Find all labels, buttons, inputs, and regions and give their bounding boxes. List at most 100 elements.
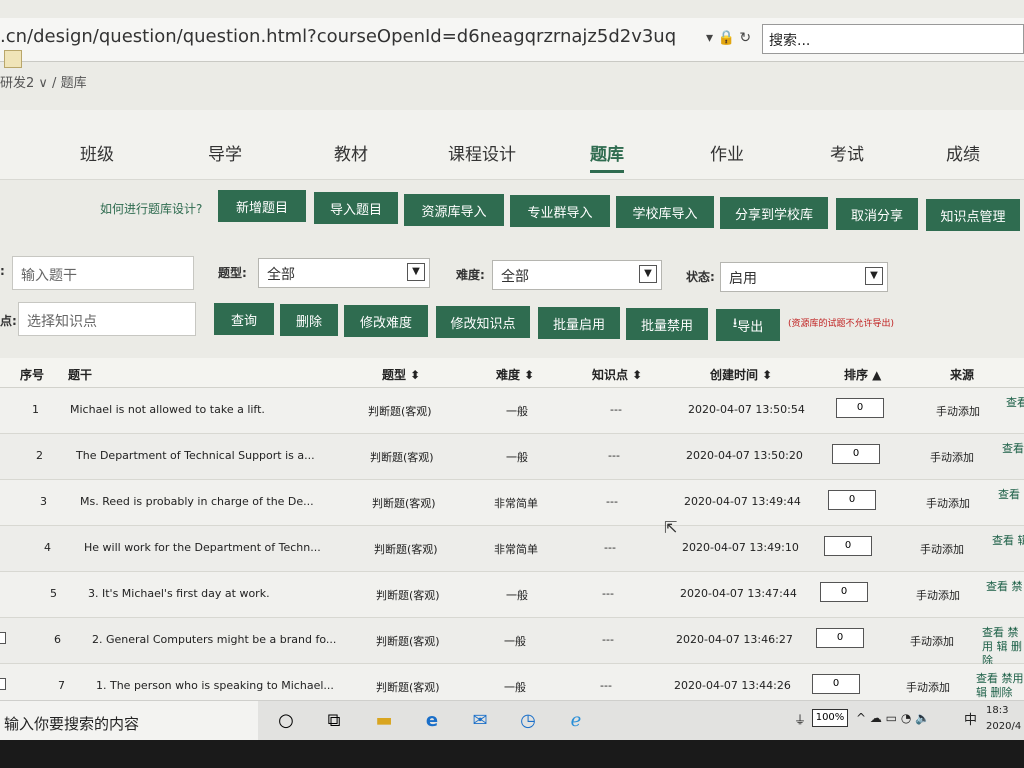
taskbar-clock[interactable]: 18:3 2020/4: [986, 703, 1021, 735]
file-explorer-icon[interactable]: ▬: [372, 709, 396, 733]
nav-item-guide[interactable]: 导学: [208, 140, 242, 165]
row-actions[interactable]: 查看: [998, 488, 1020, 502]
major-group-import-button[interactable]: 专业群导入: [510, 195, 610, 227]
row-actions[interactable]: 查看 禁: [986, 580, 1023, 594]
battery-indicator[interactable]: 100%: [812, 709, 848, 727]
row-checkbox[interactable]: [0, 632, 6, 644]
screen: .cn/design/question/question.html?course…: [0, 0, 1024, 740]
export-label: 导出: [737, 319, 764, 335]
chevron-down-icon: ▼: [865, 267, 883, 285]
row-stem[interactable]: 2. General Computers might be a brand fo…: [92, 633, 336, 646]
nav-item-textbook[interactable]: 教材: [334, 140, 368, 165]
row-source: 手动添加: [930, 451, 974, 464]
clock-app-icon[interactable]: ◷: [516, 709, 540, 733]
export-button[interactable]: ⭳ 导出: [716, 309, 780, 341]
col-created[interactable]: 创建时间 ⬍: [710, 366, 772, 383]
knowledge-manage-button[interactable]: 知识点管理: [926, 199, 1020, 231]
row-source: 手动添加: [916, 589, 960, 602]
edit-difficulty-button[interactable]: 修改难度: [344, 305, 428, 337]
sort-input[interactable]: 0: [816, 628, 864, 648]
row-stem[interactable]: Michael is not allowed to take a lift.: [70, 403, 265, 416]
nav-item-course-design[interactable]: 课程设计: [448, 140, 516, 165]
status-select[interactable]: 启用 ▼: [720, 262, 888, 292]
row-actions[interactable]: 查看 禁用 辑 删除: [982, 626, 1024, 668]
batch-disable-button[interactable]: 批量禁用: [626, 308, 708, 340]
row-type: 判断题(客观): [376, 589, 440, 602]
tray-icons[interactable]: ^ ☁ ▭ ◔ 🔈: [856, 711, 930, 725]
row-actions[interactable]: 查看: [1006, 396, 1024, 410]
row-stem[interactable]: The Department of Technical Support is a…: [76, 449, 315, 462]
add-question-button[interactable]: 新增题目: [218, 190, 306, 222]
cancel-share-button[interactable]: 取消分享: [836, 198, 918, 230]
nav-item-grades[interactable]: 成绩: [946, 140, 980, 165]
nav-item-homework[interactable]: 作业: [710, 140, 744, 165]
breadcrumb: 研发2 ∨ / 题库: [0, 76, 87, 91]
help-link[interactable]: 如何进行题库设计?: [100, 200, 202, 217]
taskbar-search[interactable]: 输入你要搜索的内容: [0, 701, 258, 740]
difficulty-select[interactable]: 全部 ▼: [492, 260, 662, 290]
browser-address-bar: .cn/design/question/question.html?course…: [0, 18, 1024, 62]
row-checkbox[interactable]: [0, 678, 6, 690]
edit-knowledge-button[interactable]: 修改知识点: [436, 306, 530, 338]
col-difficulty[interactable]: 难度 ⬍: [496, 366, 534, 383]
share-to-school-button[interactable]: 分享到学校库: [720, 197, 828, 229]
refresh-icon[interactable]: ↻: [739, 30, 751, 46]
row-actions[interactable]: 查看 辑: [992, 534, 1024, 548]
school-import-button[interactable]: 学校库导入: [616, 196, 714, 228]
taskbar: 输入你要搜索的内容 ○ ⧉ ▬ e ✉ ◷ ℯ ⏚ 100% ^ ☁ ▭ ◔ 🔈…: [0, 700, 1024, 740]
sort-input[interactable]: 0: [812, 674, 860, 694]
import-question-button[interactable]: 导入题目: [314, 192, 398, 224]
query-button[interactable]: 查询: [214, 303, 274, 335]
col-type[interactable]: 题型 ⬍: [382, 366, 420, 383]
row-stem[interactable]: Ms. Reed is probably in charge of the De…: [80, 495, 314, 508]
internet-explorer-icon[interactable]: ℯ: [564, 709, 588, 733]
task-view-icon[interactable]: ⧉: [322, 709, 346, 733]
row-created: 2020-04-07 13:50:54: [688, 403, 805, 416]
batch-enable-button[interactable]: 批量启用: [538, 307, 620, 339]
nav-item-question-bank[interactable]: 题库: [590, 140, 624, 173]
ime-indicator[interactable]: 中: [964, 709, 977, 728]
resource-import-button[interactable]: 资源库导入: [404, 194, 504, 226]
sort-input[interactable]: 0: [820, 582, 868, 602]
row-stem[interactable]: He will work for the Department of Techn…: [84, 541, 321, 554]
knowledge-input[interactable]: 选择知识点: [18, 302, 196, 336]
row-difficulty: 非常简单: [494, 543, 538, 556]
status-select-value: 启用: [729, 271, 757, 287]
type-select[interactable]: 全部 ▼: [258, 258, 430, 288]
stem-input[interactable]: 输入题干: [12, 256, 194, 290]
cortana-icon[interactable]: ○: [274, 709, 298, 733]
row-index: 7: [58, 679, 65, 692]
url-field[interactable]: .cn/design/question/question.html?course…: [0, 26, 676, 47]
row-actions[interactable]: 查看: [1002, 442, 1024, 456]
col-knowledge[interactable]: 知识点 ⬍: [592, 366, 642, 383]
row-stem[interactable]: 1. The person who is speaking to Michael…: [96, 679, 334, 692]
col-sort[interactable]: 排序 ▲: [844, 366, 881, 383]
sort-input[interactable]: 0: [824, 536, 872, 556]
dropdown-icon[interactable]: ▾: [706, 30, 713, 46]
col-stem: 题干: [68, 368, 93, 382]
difficulty-select-value: 全部: [501, 269, 529, 285]
row-actions[interactable]: 查看 禁用 辑 删除: [976, 672, 1024, 700]
delete-button[interactable]: 删除: [280, 304, 338, 336]
nav-item-class[interactable]: 班级: [80, 140, 114, 165]
sort-input[interactable]: 0: [828, 490, 876, 510]
chevron-down-icon: ▼: [407, 263, 425, 281]
plug-icon: ⏚: [794, 713, 807, 727]
sort-input[interactable]: 0: [832, 444, 880, 464]
row-type: 判断题(客观): [376, 681, 440, 694]
col-source: 来源: [950, 368, 975, 382]
nav-item-exam[interactable]: 考试: [830, 140, 864, 165]
row-difficulty: 一般: [504, 635, 526, 648]
chevron-down-icon: ▼: [639, 265, 657, 283]
table-header: 序号 题干 题型 ⬍ 难度 ⬍ 知识点 ⬍ 创建时间 ⬍ 排序 ▲ 来源: [0, 358, 1024, 388]
sort-input[interactable]: 0: [836, 398, 884, 418]
row-difficulty: 一般: [504, 681, 526, 694]
status-label: 状态:: [686, 270, 715, 284]
edge-icon[interactable]: e: [420, 709, 444, 733]
browser-search-input[interactable]: 搜索...: [762, 24, 1024, 54]
row-stem[interactable]: 3. It's Michael's first day at work.: [88, 587, 270, 600]
row-source: 手动添加: [936, 405, 980, 418]
row-source: 手动添加: [926, 497, 970, 510]
page-tab-icon[interactable]: [4, 50, 22, 68]
mail-icon[interactable]: ✉: [468, 709, 492, 733]
